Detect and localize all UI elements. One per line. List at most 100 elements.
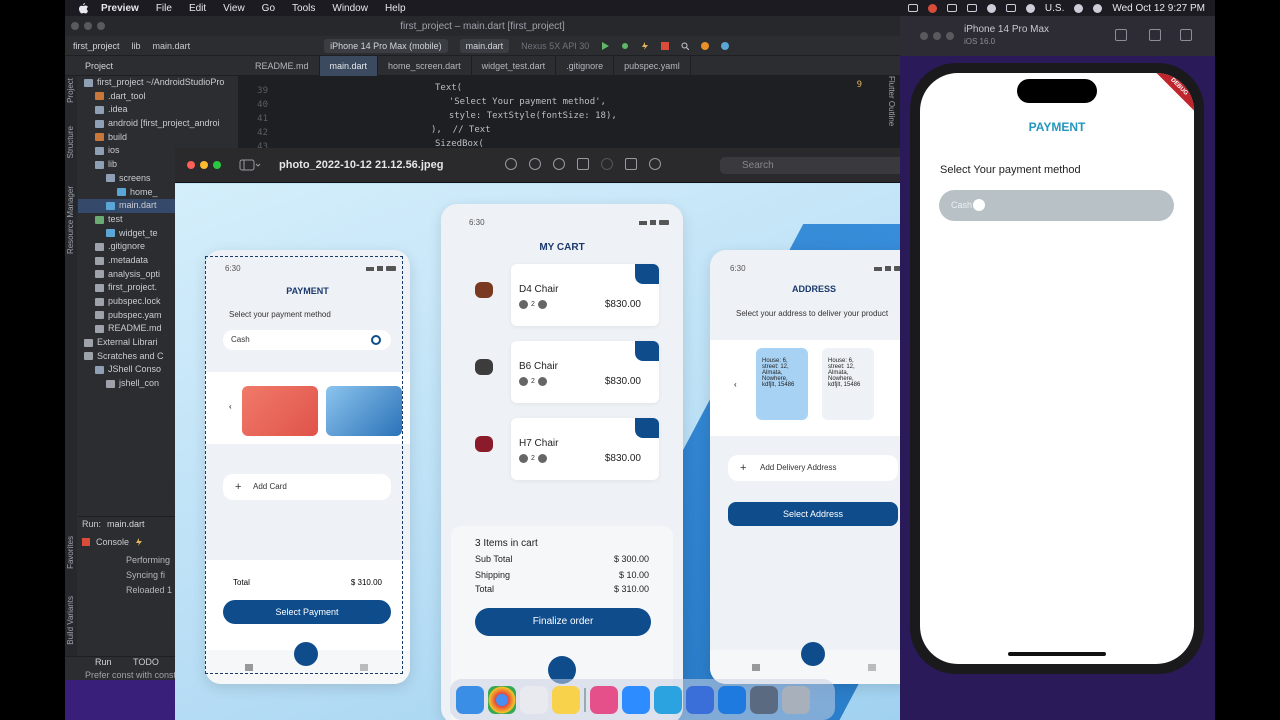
close-icon[interactable]	[187, 161, 195, 169]
device-selector[interactable]: iPhone 14 Pro Max (mobile)	[324, 38, 448, 53]
volume-icon[interactable]	[986, 3, 996, 13]
screenshot-icon[interactable]	[1149, 29, 1161, 41]
hot-reload-icon[interactable]	[641, 41, 649, 50]
menu-preview[interactable]: Preview	[101, 3, 139, 14]
emulator-selector[interactable]: Nexus 5X API 30	[521, 41, 589, 51]
run-config-tab[interactable]: main.dart	[107, 519, 145, 529]
launchpad-icon[interactable]	[520, 685, 548, 714]
zoom-in-icon[interactable]	[553, 158, 565, 170]
breadcrumb-lib[interactable]: lib	[132, 41, 141, 51]
zoom-icon[interactable]	[213, 161, 221, 169]
input-source[interactable]: U.S.	[1045, 3, 1064, 14]
tab-main-dart[interactable]: main.dart	[319, 55, 379, 76]
zoom-icon[interactable]	[946, 32, 954, 40]
tree-item[interactable]: first_project ~/AndroidStudioPro	[78, 76, 238, 90]
info-icon[interactable]	[505, 158, 517, 170]
selection-marquee[interactable]	[205, 256, 403, 674]
tab-gitignore[interactable]: .gitignore	[556, 55, 615, 76]
telegram-icon[interactable]	[654, 685, 682, 714]
menubar-clock[interactable]: Wed Oct 12 9:27 PM	[1112, 3, 1205, 14]
avatar-icon[interactable]	[721, 41, 730, 50]
rotate-icon[interactable]	[625, 158, 637, 170]
siri-icon[interactable]	[1093, 3, 1103, 13]
trash-icon[interactable]	[782, 685, 810, 714]
xcode-icon[interactable]	[718, 685, 746, 714]
update-icon[interactable]	[701, 41, 710, 50]
summary-value: $ 300.00	[613, 554, 649, 564]
letterbox-right	[1215, 0, 1280, 720]
project-view-selector[interactable]: Project	[65, 61, 245, 71]
preview-search-input[interactable]: Search	[720, 157, 930, 174]
menu-edit[interactable]: Edit	[189, 3, 206, 14]
warning-count[interactable]: 9	[857, 80, 862, 90]
menu-go[interactable]: Go	[262, 3, 275, 14]
tab-readme[interactable]: README.md	[245, 55, 320, 76]
breadcrumb-project[interactable]: first_project	[73, 41, 120, 51]
folder-icon	[95, 106, 104, 114]
cart-item-name: D4 Chair	[519, 284, 559, 295]
line-number: 41	[257, 114, 268, 124]
breadcrumb-file[interactable]: main.dart	[153, 41, 191, 51]
tool-project[interactable]: Project	[66, 78, 75, 103]
simulator-app-icon[interactable]	[750, 685, 778, 714]
debug-icon[interactable]	[621, 42, 629, 50]
letterbox-left	[0, 0, 65, 720]
tool-structure[interactable]: Structure	[66, 126, 75, 158]
minimize-icon[interactable]	[933, 32, 941, 40]
tab-pubspec[interactable]: pubspec.yaml	[614, 55, 691, 76]
chrome-icon[interactable]	[488, 685, 516, 714]
home-icon[interactable]	[1115, 29, 1127, 41]
control-center-icon[interactable]	[1074, 3, 1084, 13]
notes-icon[interactable]	[552, 685, 580, 714]
tree-item[interactable]: .dart_tool	[78, 90, 238, 104]
android-studio-app-icon[interactable]	[686, 685, 714, 714]
tree-item-label: README.md	[108, 323, 162, 334]
menu-file[interactable]: File	[156, 3, 172, 14]
sidebar-toggle-icon[interactable]	[239, 159, 261, 171]
run-config-selector[interactable]: main.dart	[459, 38, 510, 53]
photos-icon[interactable]	[590, 685, 618, 714]
menu-help[interactable]: Help	[385, 3, 406, 14]
tree-item[interactable]: .idea	[78, 103, 238, 117]
payment-option-cash[interactable]: Cash	[939, 190, 1174, 221]
window-icon[interactable]	[966, 4, 977, 12]
flutter-outline-tab[interactable]: Flutter Outline	[887, 76, 896, 126]
tree-item[interactable]: build	[78, 131, 238, 145]
console-tab[interactable]: Console	[96, 537, 129, 547]
tool-resource-manager[interactable]: Resource Manager	[66, 186, 75, 254]
stop-icon[interactable]	[82, 538, 90, 546]
tab-home-screen[interactable]: home_screen.dart	[378, 55, 472, 76]
android-studio-icon[interactable]	[907, 4, 918, 12]
record-icon[interactable]	[927, 3, 937, 13]
menu-view[interactable]: View	[223, 3, 245, 14]
rotate-icon[interactable]	[1180, 29, 1192, 41]
zoom-app-icon[interactable]	[622, 685, 650, 714]
zoom-out-icon[interactable]	[529, 158, 541, 170]
tool-favorites[interactable]: Favorites	[66, 536, 75, 569]
status-run-tab[interactable]: Run	[95, 657, 112, 667]
tree-item[interactable]: android [first_project_androi	[78, 117, 238, 131]
minimize-icon[interactable]	[200, 161, 208, 169]
search-icon[interactable]	[681, 42, 690, 50]
markup-icon[interactable]	[601, 158, 613, 170]
wifi-icon[interactable]	[1025, 3, 1035, 13]
apple-icon[interactable]	[77, 2, 89, 14]
tool-build-variants[interactable]: Build Variants	[66, 596, 75, 645]
battery-icon[interactable]	[1005, 4, 1016, 12]
close-icon[interactable]	[920, 32, 928, 40]
cart-item-price: $830.00	[604, 299, 641, 310]
tree-item-label: ios	[108, 145, 120, 156]
hot-reload-icon[interactable]	[135, 538, 143, 546]
radio-knob-icon[interactable]	[973, 199, 985, 211]
menu-tools[interactable]: Tools	[292, 3, 315, 14]
tab-widget-test[interactable]: widget_test.dart	[472, 55, 557, 76]
finder-icon[interactable]	[456, 685, 484, 714]
annotate-icon[interactable]	[649, 158, 661, 170]
home-indicator[interactable]	[1008, 652, 1106, 656]
screen-icon[interactable]	[946, 4, 957, 12]
stop-icon[interactable]	[661, 41, 670, 50]
menu-window[interactable]: Window	[332, 3, 368, 14]
run-icon[interactable]	[601, 41, 610, 50]
status-todo-tab[interactable]: TODO	[133, 657, 159, 667]
share-icon[interactable]	[577, 158, 589, 170]
